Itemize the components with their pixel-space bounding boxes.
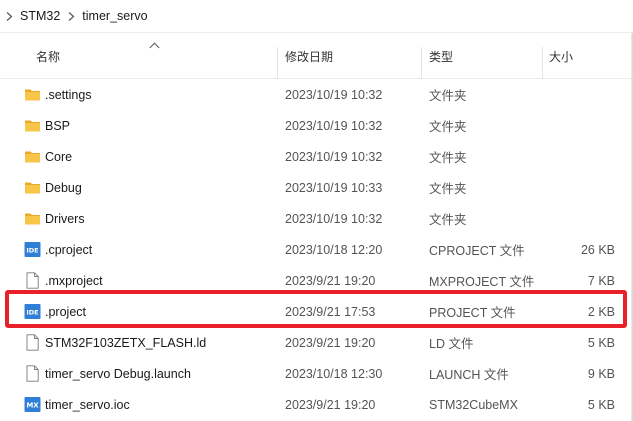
file-type: LAUNCH 文件 xyxy=(429,368,509,382)
svg-text:IDE: IDE xyxy=(26,309,38,317)
file-name: Debug xyxy=(45,180,82,195)
file-name: .project xyxy=(45,304,86,319)
file-row[interactable]: Drivers 2023/10/19 10:32 文件夹 xyxy=(0,203,633,234)
folder-icon xyxy=(25,213,40,225)
svg-text:MX: MX xyxy=(26,402,39,410)
mx-file-icon: MX xyxy=(24,397,41,412)
folder-icon xyxy=(25,89,40,101)
file-list: .settings 2023/10/19 10:32 文件夹 BSP 2023/… xyxy=(0,79,633,420)
column-header-size[interactable]: 大小 xyxy=(549,33,629,79)
file-date: 2023/10/19 10:33 xyxy=(285,180,383,195)
file-date: 2023/10/19 10:32 xyxy=(285,87,383,102)
breadcrumb: STM32 timer_servo xyxy=(0,0,633,33)
file-size xyxy=(549,172,615,203)
file-explorer-window: STM32 timer_servo 名称 修改日期 类型 大小 .setting… xyxy=(0,0,633,421)
file-row-selected[interactable]: IDE .project 2023/9/21 17:53 PROJECT 文件 … xyxy=(0,296,633,327)
file-name: BSP xyxy=(45,118,71,133)
file-name: .settings xyxy=(45,87,92,102)
file-date: 2023/10/18 12:20 xyxy=(285,242,383,257)
file-date: 2023/9/21 19:20 xyxy=(285,397,376,412)
file-name: STM32F103ZETX_FLASH.ld xyxy=(45,335,207,350)
file-size: 5 KB xyxy=(587,335,615,350)
file-type: 文件夹 xyxy=(429,89,467,103)
file-row[interactable]: timer_servo Debug.launch 2023/10/18 12:3… xyxy=(0,358,633,389)
file-size: 5 KB xyxy=(587,397,615,412)
file-type: 文件夹 xyxy=(429,213,467,227)
chevron-right-icon[interactable] xyxy=(64,11,78,21)
file-name: Drivers xyxy=(45,211,85,226)
file-type: 文件夹 xyxy=(429,182,467,196)
file-row[interactable]: MX timer_servo.ioc 2023/9/21 19:20 STM32… xyxy=(0,389,633,420)
column-header: 名称 修改日期 类型 大小 xyxy=(0,33,633,79)
file-size: 9 KB xyxy=(587,366,615,381)
folder-icon xyxy=(25,120,40,132)
file-size: 2 KB xyxy=(587,304,615,319)
breadcrumb-item-timer-servo[interactable]: timer_servo xyxy=(78,9,151,23)
file-row[interactable]: Debug 2023/10/19 10:33 文件夹 xyxy=(0,172,633,203)
file-name: .mxproject xyxy=(45,273,103,288)
column-header-type[interactable]: 类型 xyxy=(429,33,541,79)
column-divider[interactable] xyxy=(277,47,278,79)
svg-text:IDE: IDE xyxy=(26,247,38,255)
file-name: timer_servo.ioc xyxy=(45,397,130,412)
file-type: 文件夹 xyxy=(429,151,467,165)
file-row[interactable]: BSP 2023/10/19 10:32 文件夹 xyxy=(0,110,633,141)
column-divider[interactable] xyxy=(542,47,543,79)
file-type: LD 文件 xyxy=(429,337,474,351)
file-type: CPROJECT 文件 xyxy=(429,244,525,258)
file-date: 2023/10/18 12:30 xyxy=(285,366,383,381)
file-name: timer_servo Debug.launch xyxy=(45,366,191,381)
folder-icon xyxy=(25,182,40,194)
blank-file-icon xyxy=(26,365,39,382)
folder-icon xyxy=(25,151,40,163)
file-type: 文件夹 xyxy=(429,120,467,134)
file-type: MXPROJECT 文件 xyxy=(429,275,535,289)
file-row[interactable]: .mxproject 2023/9/21 19:20 MXPROJECT 文件 … xyxy=(0,265,633,296)
blank-file-icon xyxy=(26,272,39,289)
ide-file-icon: IDE xyxy=(24,304,41,319)
file-date: 2023/9/21 19:20 xyxy=(285,273,376,288)
file-row[interactable]: .settings 2023/10/19 10:32 文件夹 xyxy=(0,79,633,110)
file-size xyxy=(549,79,615,110)
file-date: 2023/10/19 10:32 xyxy=(285,118,383,133)
file-size xyxy=(549,141,615,172)
file-date: 2023/10/19 10:32 xyxy=(285,211,383,226)
file-name: .cproject xyxy=(45,242,93,257)
breadcrumb-item-stm32[interactable]: STM32 xyxy=(16,9,64,23)
column-header-name[interactable]: 名称 xyxy=(36,33,276,79)
file-type: STM32CubeMX xyxy=(429,397,518,412)
file-date: 2023/10/19 10:32 xyxy=(285,149,383,164)
file-row[interactable]: Core 2023/10/19 10:32 文件夹 xyxy=(0,141,633,172)
list-right-edge xyxy=(631,33,632,421)
file-name: Core xyxy=(45,149,73,164)
column-header-date[interactable]: 修改日期 xyxy=(285,33,421,79)
blank-file-icon xyxy=(26,334,39,351)
file-date: 2023/9/21 19:20 xyxy=(285,335,376,350)
file-size: 26 KB xyxy=(580,242,615,257)
file-type: PROJECT 文件 xyxy=(429,306,516,320)
file-date: 2023/9/21 17:53 xyxy=(285,304,376,319)
file-row[interactable]: STM32F103ZETX_FLASH.ld 2023/9/21 19:20 L… xyxy=(0,327,633,358)
chevron-right-icon[interactable] xyxy=(2,11,16,21)
column-divider[interactable] xyxy=(421,47,422,79)
ide-file-icon: IDE xyxy=(24,242,41,257)
file-size: 7 KB xyxy=(587,273,615,288)
file-size xyxy=(549,203,615,234)
file-row[interactable]: IDE .cproject 2023/10/18 12:20 CPROJECT … xyxy=(0,234,633,265)
file-size xyxy=(549,110,615,141)
